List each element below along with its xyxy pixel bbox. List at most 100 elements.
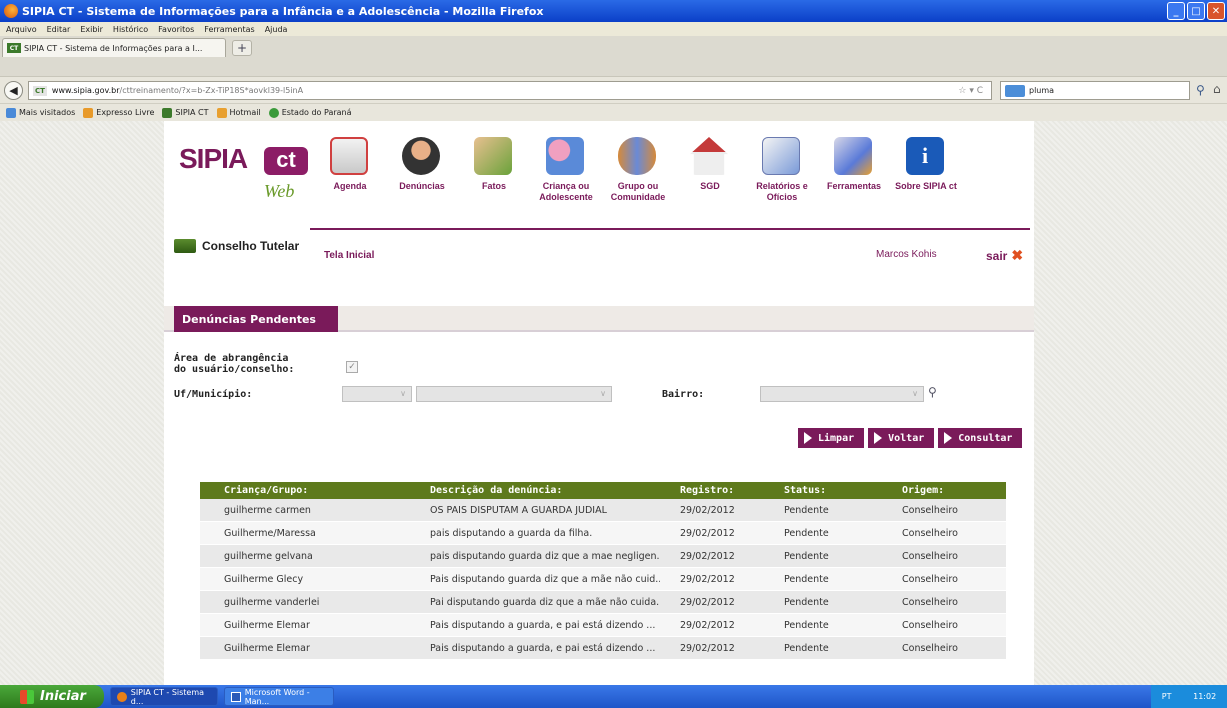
taskbar-item-label: SIPIA CT - Sistema d... (130, 687, 205, 706)
table-row[interactable]: guilherme vanderlei Pai disputando guard… (200, 591, 1006, 614)
bairro-select[interactable]: ∨ (760, 386, 924, 402)
window-title: SIPIA CT - Sistema de Informações para a… (22, 4, 544, 18)
action-buttons: Limpar Voltar Consultar (798, 428, 1023, 448)
search-bar[interactable]: pluma (1000, 81, 1190, 100)
taskbar-item-firefox[interactable]: SIPIA CT - Sistema d... (110, 687, 218, 706)
tab-denuncias-pendentes[interactable]: Denúncias Pendentes (174, 306, 338, 332)
bookmark-hotmail[interactable]: Hotmail (216, 107, 261, 118)
menu-fatos[interactable]: Fatos (458, 121, 530, 228)
cell-descricao: Pai disputando guarda diz que a mãe não … (430, 596, 660, 608)
cell-status: Pendente (784, 642, 829, 654)
logo-ct-badge: ct (264, 147, 308, 175)
site-identity-icon[interactable]: CT (33, 85, 47, 96)
menu-editar[interactable]: Editar (47, 25, 71, 34)
menu-arquivo[interactable]: Arquivo (6, 25, 37, 34)
menu-denuncias[interactable]: Denúncias (386, 121, 458, 228)
menu-sgd[interactable]: SGD (674, 121, 746, 228)
cell-registro: 29/02/2012 (680, 504, 735, 516)
search-icon[interactable]: ⚲ (1196, 83, 1205, 97)
cell-crianca: Guilherme Elemar (224, 642, 310, 654)
header-crianca: Criança/Grupo: (224, 485, 309, 496)
menu-ajuda[interactable]: Ajuda (265, 25, 288, 34)
cell-status: Pendente (784, 504, 829, 516)
menu-grupo[interactable]: Grupo ou Comunidade (602, 121, 674, 228)
facts-icon (474, 137, 512, 175)
tray-language[interactable]: PT (1162, 692, 1172, 701)
cell-origem: Conselheiro (902, 573, 958, 585)
menu-label: Fatos (481, 181, 506, 191)
menu-ferramentas-site[interactable]: Ferramentas (818, 121, 890, 228)
close-button[interactable]: ✕ (1207, 2, 1225, 20)
cell-descricao: pais disputando a guarda da filha. (430, 527, 593, 539)
cell-origem: Conselheiro (902, 619, 958, 631)
menu-bar: Arquivo Editar Exibir Histórico Favorito… (0, 22, 1227, 36)
table-row[interactable]: Guilherme Glecy Pais disputando guarda d… (200, 568, 1006, 591)
documents-icon (762, 137, 800, 175)
bookmark-icon (216, 107, 227, 118)
table-row[interactable]: guilherme gelvana pais disputando guarda… (200, 545, 1006, 568)
menu-exibir[interactable]: Exibir (80, 25, 103, 34)
menu-label: Agenda (333, 181, 367, 191)
area-label-line1: Área de abrangência (174, 353, 289, 364)
main-menu: Agenda Denúncias Fatos Criança ou Adoles… (314, 121, 1034, 228)
maximize-button[interactable]: □ (1187, 2, 1205, 20)
calendar-icon (330, 137, 368, 175)
conselho-tutelar-label: Conselho Tutelar (174, 239, 299, 253)
table-row[interactable]: guilherme carmen OS PAIS DISPUTAM A GUAR… (200, 499, 1006, 522)
cell-crianca: Guilherme Elemar (224, 619, 310, 631)
consultar-button[interactable]: Consultar (938, 428, 1023, 448)
cell-descricao: Pais disputando guarda diz que a mãe não… (430, 573, 660, 585)
municipio-select[interactable]: ∨ (416, 386, 612, 402)
conselho-text: Conselho Tutelar (202, 239, 300, 253)
bookmark-icon (268, 107, 279, 118)
start-button[interactable]: Iniciar (0, 685, 104, 708)
menu-crianca[interactable]: Criança ou Adolescente (530, 121, 602, 228)
menu-label: Grupo ou Comunidade (610, 181, 666, 202)
search-icon[interactable]: ⚲ (928, 385, 937, 399)
cell-crianca: guilherme carmen (224, 504, 311, 516)
menu-favoritos[interactable]: Favoritos (158, 25, 194, 34)
menu-historico[interactable]: Histórico (113, 25, 148, 34)
sipia-favicon: CT (7, 43, 21, 53)
voltar-button[interactable]: Voltar (868, 428, 935, 448)
area-abrangencia-checkbox[interactable]: ✓ (346, 361, 358, 373)
uf-select[interactable]: ∨ (342, 386, 412, 402)
table-row[interactable]: Guilherme/Maressa pais disputando a guar… (200, 522, 1006, 545)
home-icon[interactable]: ⌂ (1213, 82, 1221, 96)
new-tab-button[interactable]: + (232, 40, 252, 56)
breadcrumb-tela-inicial[interactable]: Tela Inicial (324, 250, 374, 261)
window-controls: _ □ ✕ (1167, 2, 1225, 20)
logout-link[interactable]: sair ✖ (986, 247, 1023, 264)
bookmark-mais-visitados[interactable]: Mais visitados (6, 107, 75, 118)
sipia-logo[interactable]: SIPIA ct Web (174, 133, 309, 213)
menu-agenda[interactable]: Agenda (314, 121, 386, 228)
tab-bar: CT SIPIA CT - Sistema de Informações par… (0, 36, 1227, 76)
back-button[interactable]: ◀ (4, 81, 23, 100)
header-status: Status: (784, 485, 827, 496)
url-bar[interactable]: CT www.sipia.gov.br /cttreinamento/?x=b-… (28, 81, 992, 100)
url-controls[interactable]: ☆ ▾ C (958, 86, 983, 96)
menu-relatorios[interactable]: Relatórios e Ofícios (746, 121, 818, 228)
logo-sipia-text: SIPIA (179, 143, 248, 174)
header-divider (310, 228, 1030, 230)
bookmark-label: Expresso Livre (96, 108, 155, 117)
search-value: pluma (1029, 86, 1055, 95)
taskbar-item-word[interactable]: Microsoft Word - Man... (224, 687, 334, 706)
bookmark-estado-parana[interactable]: Estado do Paraná (268, 107, 352, 118)
menu-sobre[interactable]: i Sobre SIPIA ct (890, 121, 962, 228)
table-row[interactable]: Guilherme Elemar Pais disputando a guard… (200, 637, 1006, 660)
browser-tab[interactable]: CT SIPIA CT - Sistema de Informações par… (2, 38, 226, 57)
minimize-button[interactable]: _ (1167, 2, 1185, 20)
logout-icon: ✖ (1011, 247, 1024, 263)
limpar-button[interactable]: Limpar (798, 428, 865, 448)
menu-ferramentas[interactable]: Ferramentas (204, 25, 254, 34)
bookmark-expresso-livre[interactable]: Expresso Livre (83, 107, 155, 118)
cell-registro: 29/02/2012 (680, 619, 735, 631)
chevron-down-icon: ∨ (400, 389, 406, 398)
search-engine-icon[interactable] (1005, 85, 1025, 97)
bookmark-sipia-ct[interactable]: SIPIA CT (162, 107, 209, 118)
table-row[interactable]: Guilherme Elemar Pais disputando a guard… (200, 614, 1006, 637)
cell-crianca: Guilherme Glecy (224, 573, 304, 585)
menu-label: Criança ou Adolescente (539, 181, 593, 202)
cell-crianca: guilherme gelvana (224, 550, 313, 562)
